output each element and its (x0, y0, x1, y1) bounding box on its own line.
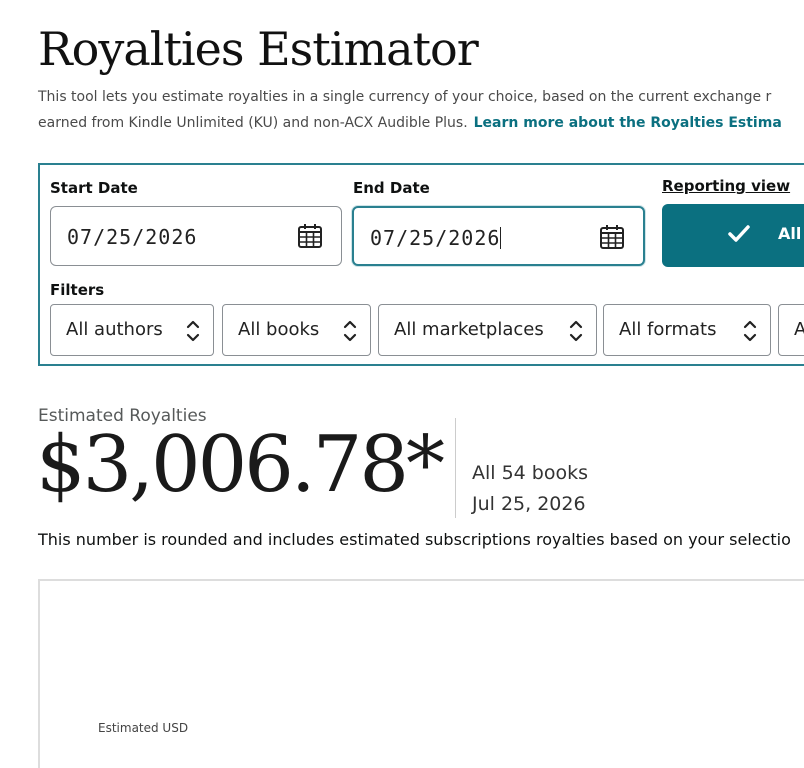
marketplaces-filter-select[interactable]: All marketplaces (378, 304, 597, 356)
page-title: Royalties Estimator (38, 22, 479, 76)
rounding-note: This number is rounded and includes esti… (38, 530, 791, 549)
reporting-view-all-button[interactable]: All (662, 204, 804, 267)
additional-filter-select[interactable]: A (778, 304, 804, 356)
chart-y-axis-label: Estimated USD (98, 721, 189, 735)
authors-filter-select[interactable]: All authors (50, 304, 214, 356)
formats-filter-select[interactable]: All formats (603, 304, 771, 356)
filters-label: Filters (50, 281, 105, 299)
text-caret (500, 227, 502, 249)
filter-panel: Start Date 07/25/2026 End Date 07/25/202… (38, 163, 804, 366)
books-filter-select[interactable]: All books (222, 304, 371, 356)
start-date-field[interactable]: 07/25/2026 (50, 206, 342, 266)
description-line-2-text: earned from Kindle Unlimited (KU) and no… (38, 115, 468, 131)
description-line-2: earned from Kindle Unlimited (KU) and no… (38, 110, 804, 136)
page-description: This tool lets you estimate royalties in… (38, 84, 804, 136)
chevron-up-down-icon (185, 318, 201, 348)
end-date-field[interactable]: 07/25/2026 (352, 206, 645, 266)
calendar-icon[interactable] (599, 224, 625, 254)
end-date-value: 07/25/2026 (370, 226, 502, 250)
end-date-label: End Date (353, 179, 430, 197)
summary-date: Jul 25, 2026 (472, 493, 586, 515)
royalties-estimator-page: Royalties Estimator This tool lets you e… (0, 0, 804, 768)
checkmark-icon (728, 224, 750, 248)
reporting-view-all-label: All (778, 224, 802, 243)
royalties-chart-card: Estimated USD (38, 579, 804, 768)
estimated-royalties-amount: $3,006.78* (36, 420, 445, 510)
chevron-up-down-icon (568, 318, 584, 348)
learn-more-link[interactable]: Learn more about the Royalties Estima (474, 115, 782, 131)
formats-filter-value: All formats (619, 319, 717, 340)
start-date-label: Start Date (50, 179, 138, 197)
chevron-up-down-icon (742, 318, 758, 348)
books-scope: All 54 books (472, 462, 589, 484)
summary-divider (455, 418, 456, 518)
chevron-up-down-icon (342, 318, 358, 348)
calendar-icon[interactable] (297, 223, 323, 253)
marketplaces-filter-value: All marketplaces (394, 319, 544, 340)
end-date-value-text: 07/25/2026 (370, 226, 501, 250)
additional-filter-value: A (794, 319, 804, 340)
description-line-1: This tool lets you estimate royalties in… (38, 89, 772, 105)
reporting-view-link[interactable]: Reporting view (662, 177, 790, 195)
start-date-value: 07/25/2026 (67, 225, 198, 249)
books-filter-value: All books (238, 319, 320, 340)
authors-filter-value: All authors (66, 319, 163, 340)
